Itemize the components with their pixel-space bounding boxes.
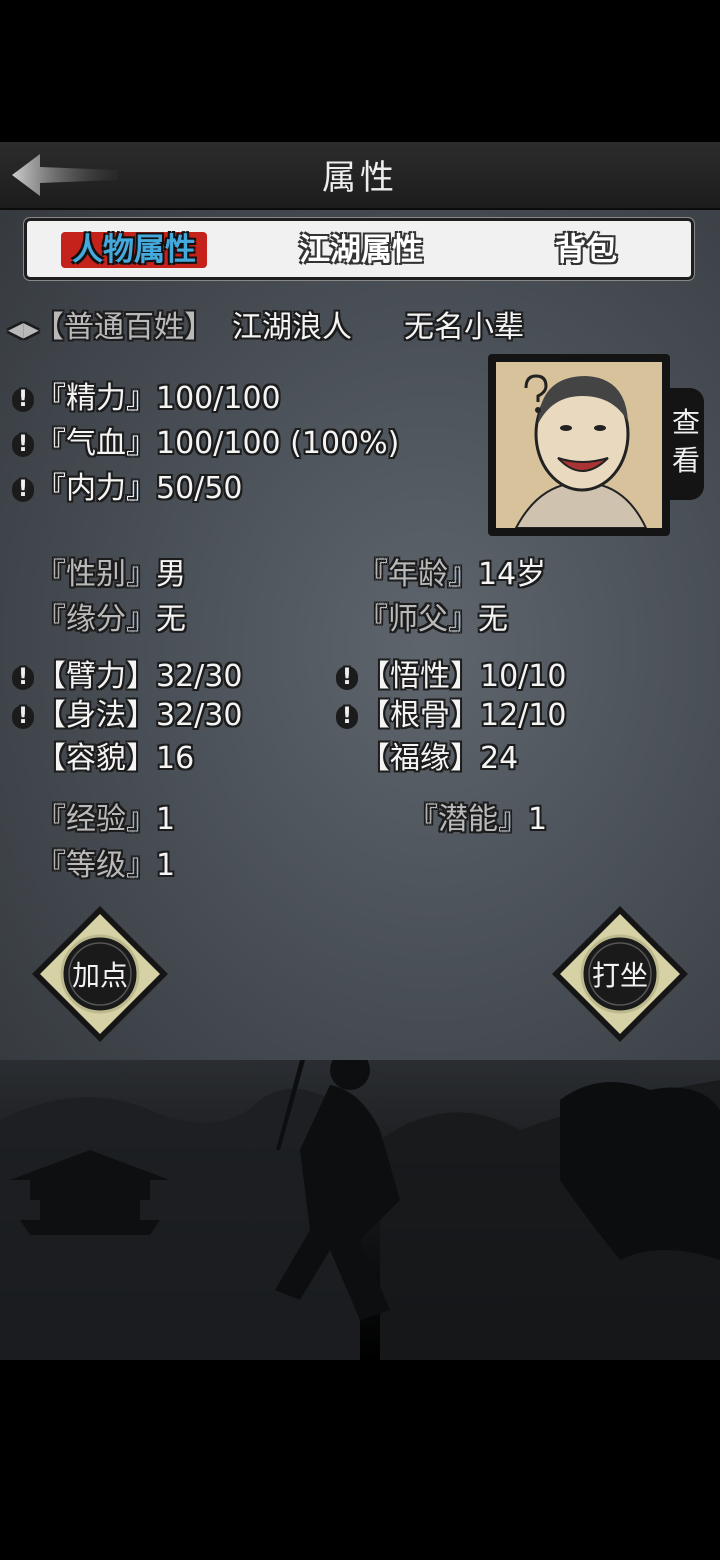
swap-arrows-icon: ◀▶ [8, 316, 39, 341]
fate-label: 『缘分』 [36, 602, 156, 637]
identity-class[interactable]: ◀▶【普通百姓】 [8, 310, 214, 347]
vital-inner-power-row: ! 『内力』50/50 [12, 471, 242, 507]
age-value: 14岁 [478, 557, 547, 592]
meditate-label: 打坐 [591, 959, 648, 992]
vital-value: 50/50 [156, 471, 243, 506]
master-row: 『师父』无 [358, 602, 508, 638]
vital-label: 『精力』 [36, 381, 156, 416]
vital-label: 『内力』 [36, 471, 156, 506]
warning-icon: ! [12, 477, 34, 502]
warning-icon: ! [12, 704, 34, 729]
attr-agility-row[interactable]: ! 【身法】32/30 [12, 698, 242, 734]
vital-stamina-row: ! 『精力』100/100 [12, 381, 281, 417]
gender-label: 『性别』 [36, 557, 156, 592]
swordsman-silhouette-icon [0, 1050, 720, 1360]
attr-value: 16 [156, 741, 195, 776]
attr-label: 【臂力】 [36, 659, 156, 694]
page-title: 属性 [322, 158, 398, 198]
warning-icon: ! [12, 387, 34, 412]
attr-looks-row: 【容貌】16 [36, 741, 194, 777]
meditate-button[interactable]: 打坐 [550, 904, 690, 1044]
title-1: 江湖浪人 [232, 310, 352, 345]
attr-luck-row: 【福缘】24 [360, 741, 518, 777]
attr-value: 24 [480, 741, 519, 776]
gender-value: 男 [156, 557, 186, 592]
attr-label: 【悟性】 [360, 659, 480, 694]
level-row: 『等级』1 [36, 848, 175, 884]
warning-icon: ! [12, 432, 34, 457]
title-2: 无名小辈 [404, 310, 524, 345]
attr-value: 32/30 [156, 659, 243, 694]
view-button[interactable]: 查看 [668, 388, 704, 500]
vital-value: 100/100 (100%) [156, 426, 400, 461]
exp-label: 『经验』 [36, 802, 156, 837]
potential-value: 1 [528, 802, 548, 837]
face-illustration-icon [496, 362, 662, 529]
attr-label: 【根骨】 [360, 698, 480, 733]
character-portrait [488, 354, 670, 536]
gender-row: 『性别』男 [36, 557, 186, 593]
tab-jianghu-attributes[interactable]: 江湖属性 [286, 232, 436, 268]
portrait-image [496, 362, 662, 529]
attr-label: 【容貌】 [36, 741, 156, 776]
level-label: 『等级』 [36, 848, 156, 883]
add-points-button[interactable]: 加点 [30, 904, 170, 1044]
attr-value: 10/10 [480, 659, 567, 694]
fate-value: 无 [156, 602, 186, 637]
attr-strength-row[interactable]: ! 【臂力】32/30 [12, 659, 242, 695]
vital-label: 『气血』 [36, 426, 156, 461]
master-value: 无 [478, 602, 508, 637]
level-value: 1 [156, 848, 176, 883]
exp-row: 『经验』1 [36, 802, 175, 838]
ink-scenery-background [0, 1050, 720, 1360]
attr-label: 【身法】 [36, 698, 156, 733]
age-label: 『年龄』 [358, 557, 478, 592]
attr-value: 12/10 [480, 698, 567, 733]
attr-bone-row[interactable]: ! 【根骨】12/10 [336, 698, 566, 734]
add-points-label: 加点 [71, 959, 128, 992]
attr-insight-row[interactable]: ! 【悟性】10/10 [336, 659, 566, 695]
attr-label: 【福缘】 [360, 741, 480, 776]
vital-health-row: ! 『气血』100/100 (100%) [12, 426, 399, 462]
warning-icon: ! [336, 665, 358, 690]
attr-value: 32/30 [156, 698, 243, 733]
potential-label: 『潜能』 [408, 802, 528, 837]
warning-icon: ! [336, 704, 358, 729]
class-label: 【普通百姓】 [34, 310, 214, 345]
tab-backpack[interactable]: 背包 [540, 232, 632, 268]
warning-icon: ! [12, 665, 34, 690]
master-label: 『师父』 [358, 602, 478, 637]
age-row: 『年龄』14岁 [358, 557, 546, 593]
vital-value: 100/100 [156, 381, 281, 416]
potential-row: 『潜能』1 [408, 802, 547, 838]
tab-character-attributes[interactable]: 人物属性 [61, 232, 207, 268]
exp-value: 1 [156, 802, 176, 837]
fate-row: 『缘分』无 [36, 602, 186, 638]
